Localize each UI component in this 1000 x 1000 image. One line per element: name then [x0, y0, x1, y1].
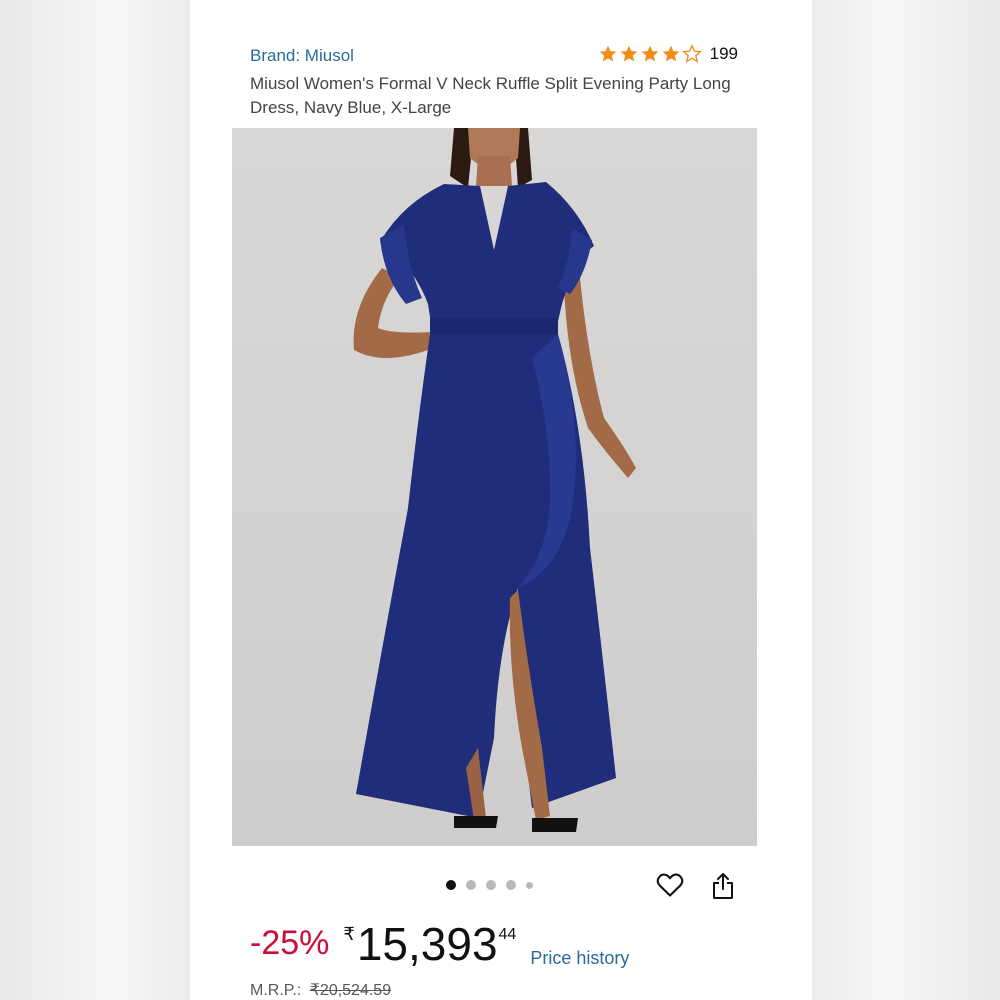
shoe-left-shape — [454, 816, 498, 828]
brand-link[interactable]: Brand: Miusol — [250, 46, 354, 66]
rating[interactable]: 199 — [598, 44, 738, 64]
mrp-row: M.R.P.: ₹20,524.59 — [250, 980, 391, 1000]
dress-photo-illustration — [353, 128, 636, 832]
share-button[interactable] — [708, 870, 738, 902]
dress-skirt-shape — [356, 334, 616, 818]
star-icon — [599, 45, 616, 62]
price-whole: 15,393 — [356, 918, 498, 970]
price-row: -25% ₹ 15,393 44 Price history — [250, 918, 629, 970]
currency-symbol: ₹ — [343, 924, 355, 944]
carousel-dot[interactable] — [506, 880, 516, 890]
price-fraction: 44 — [498, 926, 517, 943]
star-icon — [641, 45, 658, 62]
wishlist-button[interactable] — [655, 870, 685, 900]
heart-icon — [656, 873, 684, 897]
rating-count: 199 — [709, 44, 738, 63]
neck-shape — [476, 156, 512, 186]
background-left — [0, 0, 190, 1000]
mrp-value: ₹20,524.59 — [309, 982, 392, 999]
product-image[interactable] — [232, 128, 757, 846]
rating-stars — [598, 44, 702, 64]
share-icon — [713, 873, 733, 899]
carousel-dots[interactable] — [446, 880, 533, 890]
carousel-dot-active[interactable] — [446, 880, 456, 890]
carousel-dot[interactable] — [526, 881, 533, 889]
dress-bodice-shape — [380, 182, 594, 330]
star-empty-icon — [681, 44, 702, 63]
carousel-dot[interactable] — [486, 880, 496, 890]
shoe-right-shape — [532, 818, 578, 832]
carousel-dot[interactable] — [466, 880, 476, 890]
star-icon — [662, 45, 679, 62]
mrp-label: M.R.P.: — [250, 982, 302, 999]
discount-percentage: -25% — [250, 924, 330, 962]
waistband-shape — [430, 318, 558, 336]
star-icon — [620, 45, 637, 62]
price-history-link[interactable]: Price history — [530, 948, 629, 969]
product-title: Miusol Women's Formal V Neck Ruffle Spli… — [250, 74, 731, 117]
background-right — [812, 0, 1000, 1000]
product-card: Brand: Miusol 199 Miusol Women's Formal … — [190, 0, 812, 1000]
